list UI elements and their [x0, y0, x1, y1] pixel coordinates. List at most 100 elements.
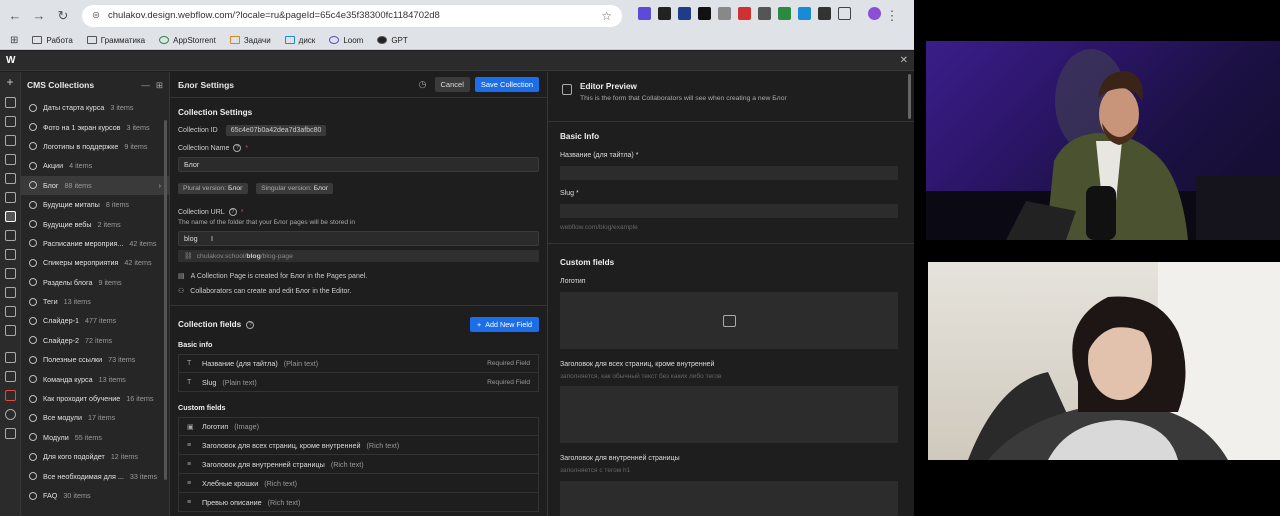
navigator-icon[interactable] [4, 116, 16, 127]
preview-scrollbar[interactable] [908, 74, 911, 119]
puzzle-icon[interactable] [838, 6, 851, 20]
collection-item[interactable]: Полезные ссылки 73 items [21, 350, 169, 369]
collection-item[interactable]: Слайдер-2 72 items [21, 331, 169, 350]
help-icon[interactable]: ? [233, 144, 242, 152]
cancel-button[interactable]: Cancel [434, 77, 470, 92]
save-collection-button[interactable]: Save Collection [474, 77, 539, 92]
users-icon[interactable] [4, 249, 16, 260]
components-icon[interactable] [4, 135, 16, 146]
ecommerce-icon[interactable] [4, 268, 16, 279]
help-icon[interactable]: ? [228, 208, 237, 216]
preview-name-input[interactable] [560, 166, 898, 180]
settings-icon[interactable] [4, 352, 16, 363]
help-icon[interactable]: ? [246, 320, 255, 329]
collection-item[interactable]: Логотипы в поддержке 9 items [21, 137, 169, 156]
field-row[interactable]: T Название (для тайтла) (Plain text) Requir… [178, 354, 539, 373]
back-icon[interactable]: ← [6, 7, 24, 25]
preview-heading-all-input[interactable] [560, 386, 898, 443]
close-icon[interactable]: ✕ [900, 55, 908, 66]
cms-icon[interactable] [4, 211, 16, 222]
collection-item[interactable]: Будущие митапы 8 items [21, 195, 169, 214]
address-bar[interactable]: ⊜ chulakov.design.webflow.com/?locale=ru… [82, 4, 622, 27]
bookmark-star-icon[interactable]: ☆ [601, 9, 612, 23]
audit-icon[interactable] [4, 371, 16, 382]
add-new-field-button[interactable]: + Add New Field [470, 317, 539, 332]
collection-item[interactable]: Все необходимая для ... 33 items [21, 466, 169, 485]
search-icon[interactable] [4, 409, 16, 420]
field-row[interactable]: ▣ Логотип (Image) [178, 417, 539, 436]
history-icon[interactable]: ◷ [419, 79, 427, 90]
webflow-logo-icon[interactable]: W [6, 55, 15, 66]
extension-icon[interactable] [678, 6, 691, 20]
collection-item[interactable]: Блог 88 items › [21, 175, 169, 195]
bookmark-appstorrent[interactable]: AppStorrent [159, 36, 216, 45]
collection-item[interactable]: Разделы блога 9 items [21, 273, 169, 292]
extension-icon[interactable] [658, 6, 671, 20]
styles-icon[interactable] [4, 173, 16, 184]
collection-item[interactable]: Слайдер-1 477 items [21, 311, 169, 330]
field-row[interactable]: ≡ Заголовок для всех страниц, кроме внутр… [178, 436, 539, 455]
record-icon[interactable] [4, 390, 16, 401]
collection-item[interactable]: Все модули 17 items [21, 408, 169, 427]
plural-version-chip[interactable]: Plural version: Блог [178, 183, 248, 194]
field-row[interactable]: T Slug (Plain text) Required Field [178, 373, 539, 392]
collection-item[interactable]: Команда курса 13 items [21, 369, 169, 388]
collection-item[interactable]: Модули 55 items [21, 428, 169, 447]
reload-icon[interactable]: ↻ [54, 7, 72, 25]
bookmark-disk[interactable]: диск [284, 36, 315, 45]
collection-item[interactable]: Акции 4 items [21, 156, 169, 175]
assets-icon[interactable] [4, 192, 16, 203]
collections-scrollbar[interactable] [164, 120, 167, 480]
extension-icon[interactable] [738, 6, 751, 20]
collection-item[interactable]: Для кого подойдет 12 items [21, 447, 169, 466]
preview-logo-upload[interactable] [560, 292, 898, 349]
logic-icon[interactable] [4, 230, 16, 241]
collection-item[interactable]: FAQ 30 items [21, 486, 169, 505]
collection-item[interactable]: Как проходит обучение 16 items [21, 389, 169, 408]
field-row[interactable]: ≡ Превью описание (Rich text) [178, 493, 539, 512]
profile-avatar[interactable] [868, 6, 881, 20]
bookmark-gpt[interactable]: GPT [377, 36, 408, 45]
database-icon [29, 394, 37, 403]
extension-icon[interactable] [638, 6, 651, 20]
extension-icon[interactable] [818, 6, 831, 20]
collection-item[interactable]: Спикеры мероприятия 42 items [21, 253, 169, 272]
collection-url-input[interactable]: blog I [178, 231, 539, 246]
menu-icon[interactable]: ⋮ [886, 7, 899, 25]
variables-icon[interactable] [4, 154, 16, 165]
extension-icon[interactable] [698, 6, 711, 20]
collection-item[interactable]: Расписание мероприя... 42 items [21, 234, 169, 253]
pages-icon[interactable] [4, 97, 16, 108]
extension-icon[interactable] [798, 6, 811, 20]
site-info-icon[interactable]: ⊜ [92, 10, 100, 21]
forward-icon[interactable]: → [30, 7, 48, 25]
finsweet-icon[interactable] [4, 325, 16, 336]
chevron-right-icon[interactable]: › [159, 181, 161, 190]
preview-heading-inner-input[interactable] [560, 481, 898, 516]
bookmark-grammar[interactable]: Грамматика [86, 36, 145, 45]
collection-id-value[interactable]: 65c4e07b0a42dea7d3afbc80 [225, 125, 327, 136]
collection-item[interactable]: Теги 13 items [21, 292, 169, 311]
field-row[interactable]: ≡ Заголовок для внутренней страницы (Rich … [178, 455, 539, 474]
collapse-icon[interactable]: — [141, 80, 150, 91]
extension-icon[interactable] [778, 6, 791, 20]
help-icon[interactable] [4, 428, 16, 439]
preview-slug-input[interactable] [560, 204, 898, 218]
extension-icon[interactable] [758, 6, 771, 20]
field-row[interactable]: ≡ Хлебные крошки (Rich text) [178, 474, 539, 493]
collection-item[interactable]: Даты старта курса 3 items [21, 98, 169, 117]
bookmark-work[interactable]: Работа [32, 36, 73, 45]
add-collection-icon[interactable]: ⊞ [156, 80, 163, 91]
bookmark-tasks[interactable]: Задачи [229, 36, 271, 45]
add-icon[interactable]: + [5, 76, 16, 89]
custom-fields-heading: Custom fields [178, 403, 226, 412]
singular-version-chip[interactable]: Singular version: Блог [256, 183, 334, 194]
collection-item[interactable]: Будущие вебы 2 items [21, 214, 169, 233]
apps-grid-icon[interactable]: ⊞ [10, 35, 18, 46]
apps-icon[interactable] [4, 287, 16, 298]
bookmark-loom[interactable]: Loom [329, 36, 363, 45]
collection-item[interactable]: Фото на 1 экран курсов 3 items [21, 117, 169, 136]
collection-name-input[interactable]: Блог [178, 157, 539, 172]
extension-icon[interactable] [718, 6, 731, 20]
analytics-icon[interactable] [4, 306, 16, 317]
